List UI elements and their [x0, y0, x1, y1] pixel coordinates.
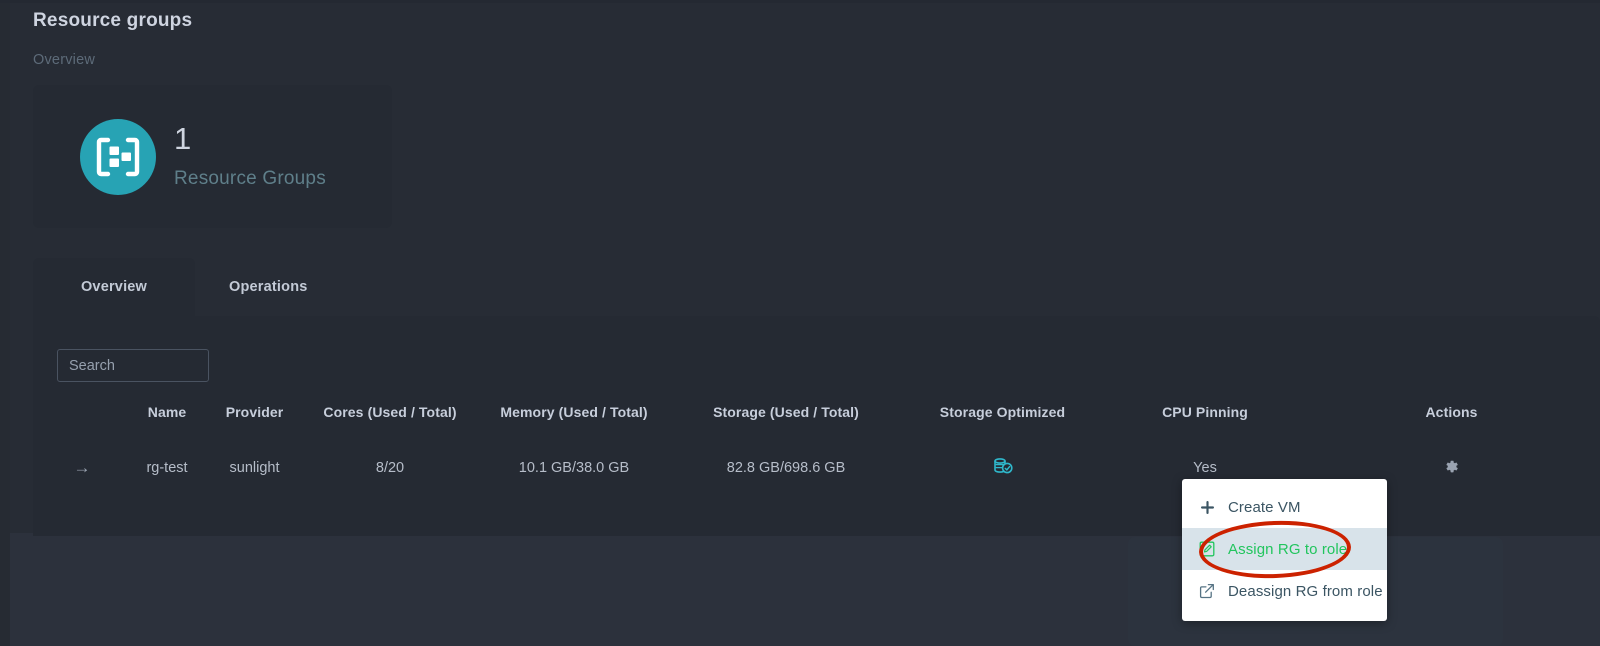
- table-header-cores[interactable]: Cores (Used / Total): [306, 404, 474, 452]
- search-input[interactable]: [57, 349, 209, 382]
- menu-item-label: Assign RG to role: [1228, 540, 1348, 558]
- table-header-cpu-pinning[interactable]: CPU Pinning: [1107, 404, 1303, 452]
- window-top-border: [0, 0, 1600, 3]
- menu-item-assign-rg-to-role[interactable]: Assign RG to role: [1182, 528, 1387, 570]
- menu-item-label: Create VM: [1228, 498, 1301, 516]
- cell-storage: 82.8 GB/698.6 GB: [726, 460, 846, 476]
- arrow-right-icon[interactable]: →: [74, 458, 91, 477]
- cell-provider: sunlight: [229, 460, 280, 476]
- assign-role-icon: [1196, 541, 1218, 557]
- resource-groups-table: Name Provider Cores (Used / Total) Memor…: [33, 404, 1600, 484]
- table-header-row: Name Provider Cores (Used / Total) Memor…: [33, 404, 1600, 452]
- menu-item-deassign-rg-from-role[interactable]: Deassign RG from role: [1182, 570, 1387, 612]
- row-expand-cell[interactable]: →: [33, 452, 131, 484]
- storage-optimized-icon: [993, 457, 1013, 479]
- cell-storage-optimized: [898, 452, 1107, 484]
- table-header-blank: [33, 404, 131, 452]
- app-root: Resource groups Overview 1 Resource Grou…: [0, 0, 1600, 646]
- table-header-memory[interactable]: Memory (Used / Total): [474, 404, 674, 452]
- external-link-icon: [1196, 583, 1218, 599]
- summary-text: 1 Resource Groups: [174, 123, 326, 190]
- page-content-area: Resource groups Overview 1 Resource Grou…: [10, 3, 1600, 536]
- breadcrumb: Overview: [33, 52, 96, 68]
- resource-group-icon: [80, 118, 156, 195]
- resource-groups-summary-card[interactable]: 1 Resource Groups: [33, 85, 392, 228]
- menu-item-label: Deassign RG from role: [1228, 582, 1383, 600]
- resource-groups-count: 1: [174, 121, 192, 156]
- gear-icon[interactable]: [1444, 459, 1459, 474]
- table-header-storage[interactable]: Storage (Used / Total): [674, 404, 898, 452]
- tab-operations[interactable]: Operations: [195, 258, 342, 316]
- table-header-storage-optimized[interactable]: Storage Optimized: [898, 404, 1107, 452]
- cell-memory: 10.1 GB/38.0 GB: [518, 460, 630, 476]
- page-title: Resource groups: [33, 10, 193, 31]
- table-header-provider[interactable]: Provider: [203, 404, 306, 452]
- cell-cores: 8/20: [375, 460, 405, 476]
- resource-groups-label: Resource Groups: [174, 168, 326, 189]
- tab-overview[interactable]: Overview: [33, 258, 195, 316]
- tab-bar: Overview Operations: [33, 258, 342, 316]
- menu-item-create-vm[interactable]: Create VM: [1182, 486, 1387, 528]
- cell-name: rg-test: [146, 460, 188, 476]
- plus-icon: [1196, 500, 1218, 515]
- row-actions-context-menu: Create VM Assign RG to role Deassign RG …: [1182, 479, 1387, 621]
- table-header-actions: Actions: [1425, 404, 1478, 420]
- left-rail: [0, 0, 10, 646]
- table-header-name[interactable]: Name: [131, 404, 203, 452]
